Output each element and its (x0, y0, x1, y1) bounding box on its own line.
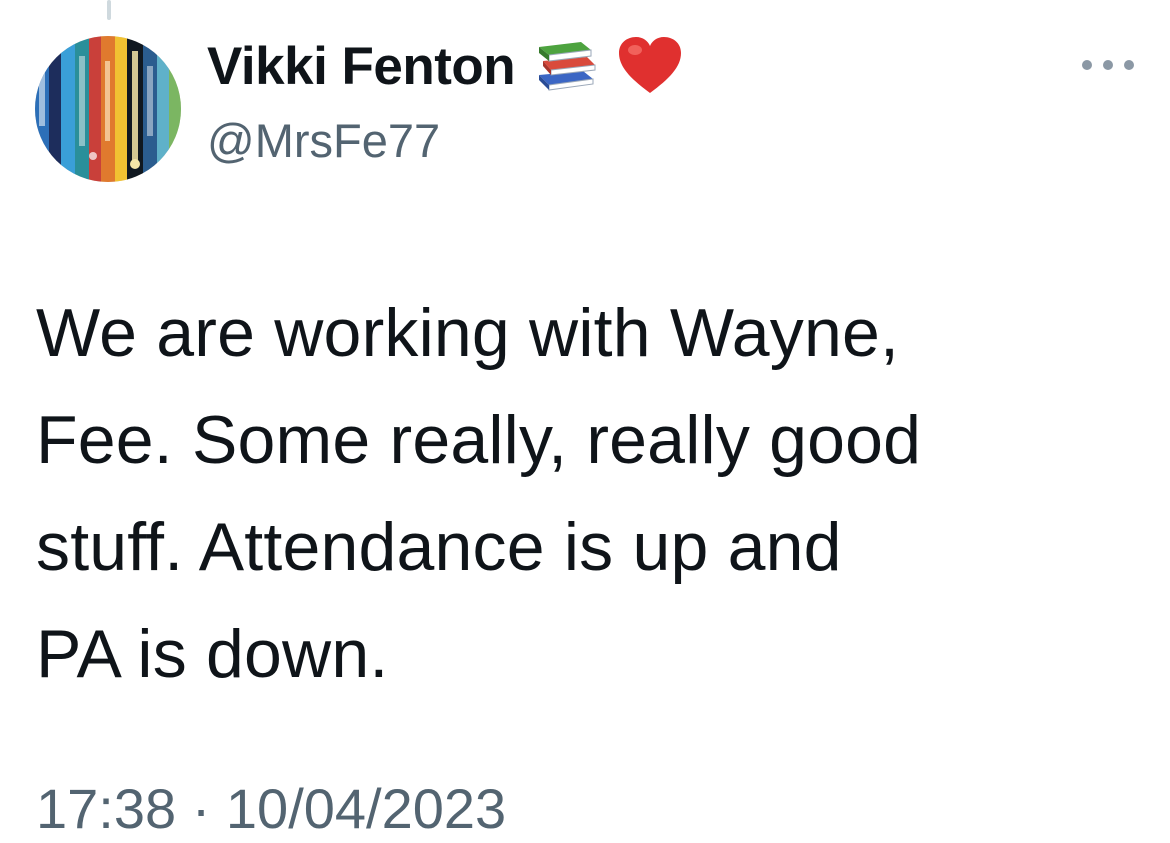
tweet-text-line: PA is down. (36, 616, 389, 692)
avatar-bookshelf-image (35, 36, 181, 182)
tweet-text-line: stuff. Attendance is up and (36, 509, 842, 585)
thread-connector-line (107, 0, 111, 20)
tweet-timestamp: 17:38 · 10/04/2023 (36, 776, 506, 841)
tweet-time[interactable]: 17:38 (36, 777, 176, 840)
tweet-text-line: Fee. Some really, really good (36, 402, 922, 478)
red-heart-emoji-icon (617, 35, 683, 97)
more-dots-icon (1082, 60, 1092, 70)
books-emoji-icon (535, 39, 597, 93)
tweet-text: We are working with Wayne, Fee. Some rea… (36, 280, 1136, 708)
display-name-row: Vikki Fenton (207, 30, 683, 102)
more-dot (1124, 60, 1134, 70)
more-options-button[interactable] (1082, 50, 1134, 80)
more-dot (1103, 60, 1113, 70)
display-name[interactable]: Vikki Fenton (207, 36, 516, 97)
timestamp-separator: · (176, 777, 226, 840)
tweet-text-line: We are working with Wayne, (36, 295, 900, 371)
tweet-date[interactable]: 10/04/2023 (226, 777, 506, 840)
user-handle[interactable]: @MrsFe77 (207, 113, 440, 168)
avatar[interactable] (35, 36, 181, 182)
